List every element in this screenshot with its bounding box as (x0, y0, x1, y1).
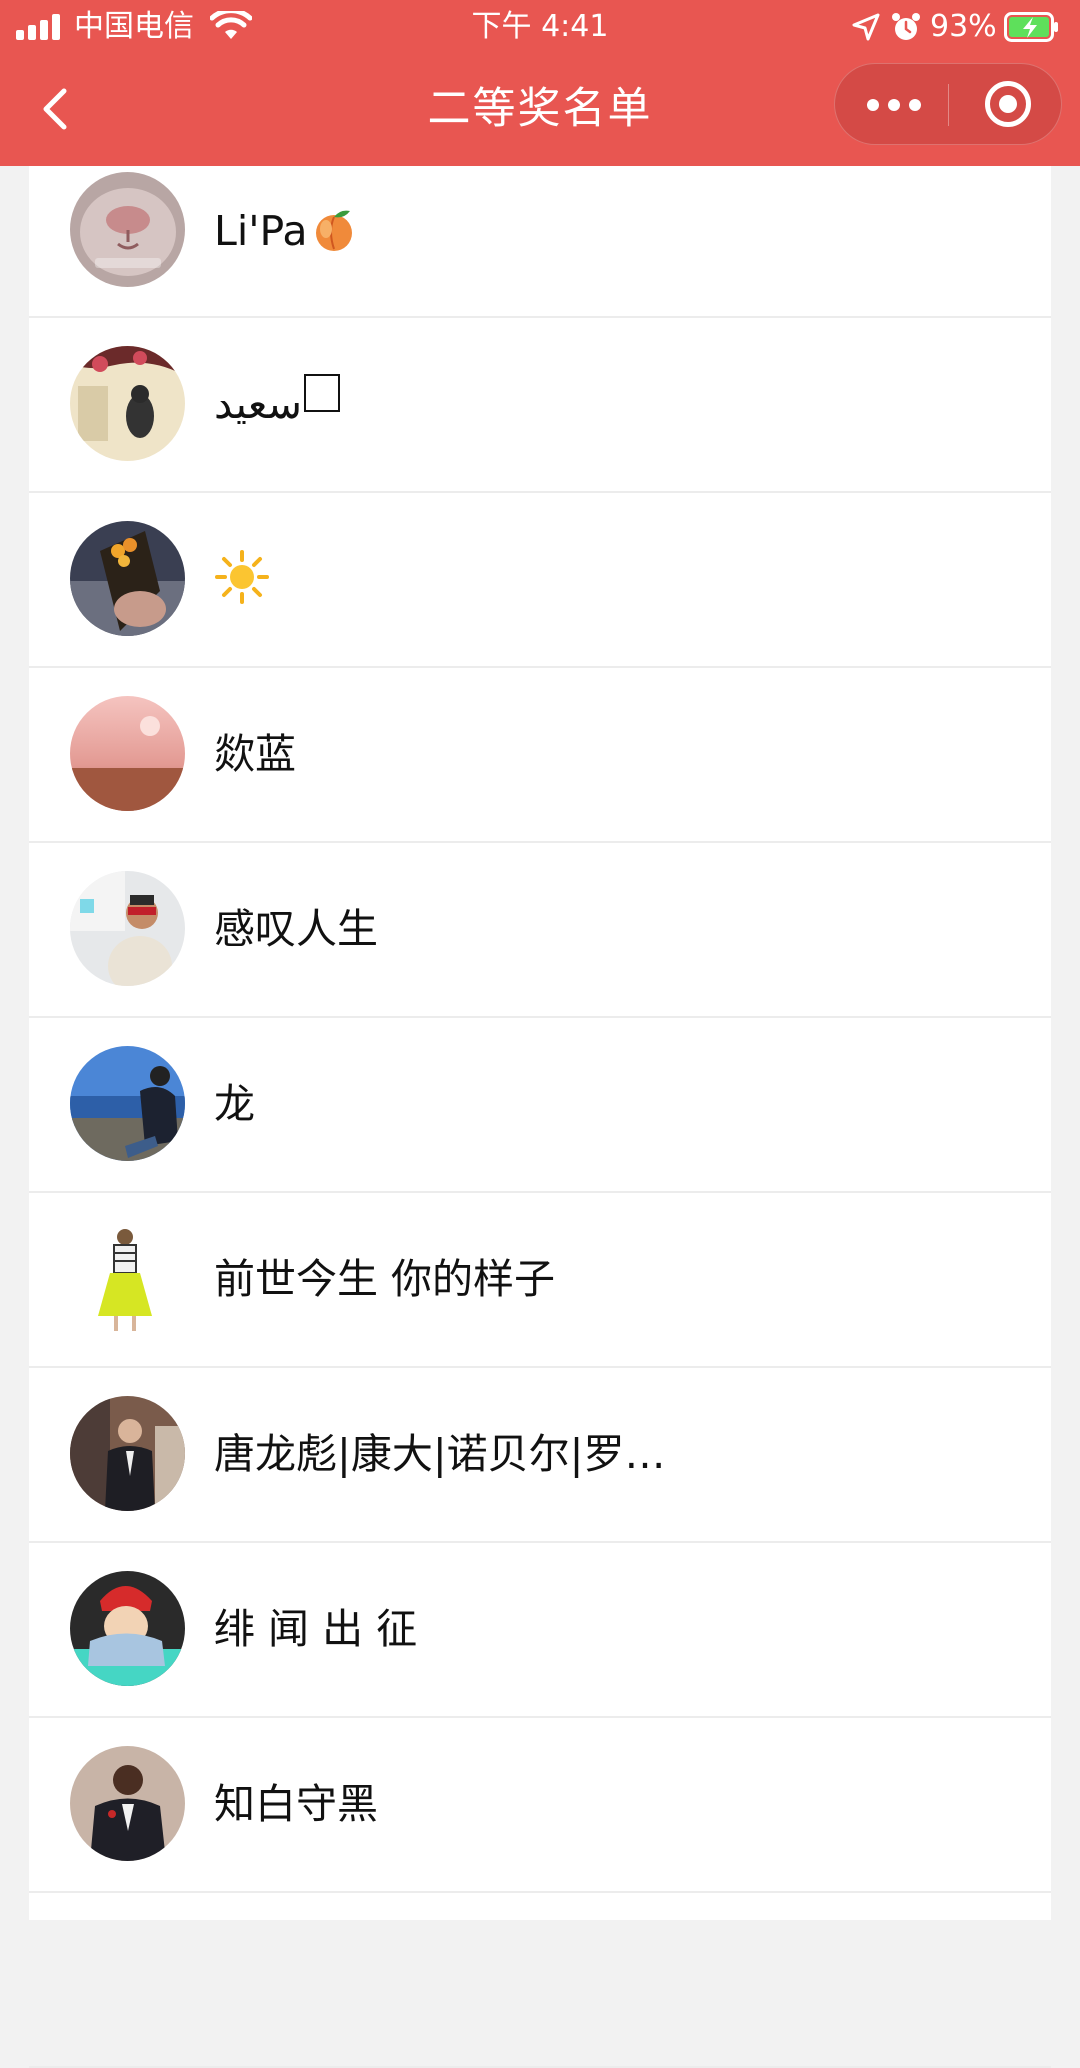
more-dots-icon[interactable] (855, 64, 939, 146)
mini-program-capsule (834, 63, 1062, 145)
avatar (70, 871, 185, 986)
status-bar: 中国电信 下午 4:41 93% (0, 0, 1080, 55)
list-item[interactable]: 感叹人生 (29, 843, 1051, 1018)
peach-emoji-icon (315, 210, 352, 251)
winner-name: Li'Pa (214, 166, 358, 296)
winner-name: 感叹人生 (214, 905, 378, 953)
sun-emoji-icon (215, 550, 269, 604)
avatar (70, 1571, 185, 1686)
list-item[interactable]: 前世今生 你的样子 (29, 1193, 1051, 1368)
nav-bar: 二等奖名单 (0, 55, 1080, 166)
list-item[interactable]: 绯 闻 出 征 (29, 1543, 1051, 1718)
header: 中国电信 下午 4:41 93% 二等奖名单 (0, 0, 1080, 166)
winner-name: 唐龙彪|康大|诺贝尔|罗… (214, 1430, 666, 1478)
avatar (70, 1396, 185, 1511)
winner-name: 龙 (214, 1080, 255, 1128)
alarm-icon (892, 13, 920, 40)
winner-name: 欻蓝 (214, 730, 296, 778)
winner-list: Li'Pa سعيد 欻蓝 感叹人生 龙 前世今生 你的样子 唐龙彪|康大|诺贝… (29, 166, 1051, 2068)
winner-name: 前世今生 你的样子 (214, 1255, 556, 1303)
list-item[interactable] (29, 1893, 1051, 2068)
avatar (70, 696, 185, 811)
list-item[interactable] (29, 493, 1051, 668)
avatar (70, 1746, 185, 1861)
location-icon (852, 13, 880, 41)
avatar (70, 172, 185, 287)
list-item[interactable]: 唐龙彪|康大|诺贝尔|罗… (29, 1368, 1051, 1543)
winner-name: سعيد (214, 318, 341, 491)
list-item[interactable]: Li'Pa (29, 166, 1051, 318)
list-item[interactable]: 龙 (29, 1018, 1051, 1193)
close-circle-icon[interactable] (967, 64, 1049, 146)
battery-icon (1004, 12, 1058, 42)
winner-name: 知白守黑 (214, 1780, 378, 1828)
list-item[interactable]: 欻蓝 (29, 668, 1051, 843)
list-item[interactable]: 知白守黑 (29, 1718, 1051, 1893)
avatar (70, 1046, 185, 1161)
winner-name (214, 493, 270, 666)
battery-percent: 93% (930, 9, 997, 44)
winner-name: 绯 闻 出 征 (214, 1605, 418, 1653)
unknown-glyph-box (304, 374, 341, 412)
avatar (70, 346, 185, 461)
capsule-divider (948, 84, 949, 126)
list-item[interactable]: سعيد (29, 318, 1051, 493)
avatar (70, 521, 185, 636)
avatar (70, 1221, 185, 1336)
